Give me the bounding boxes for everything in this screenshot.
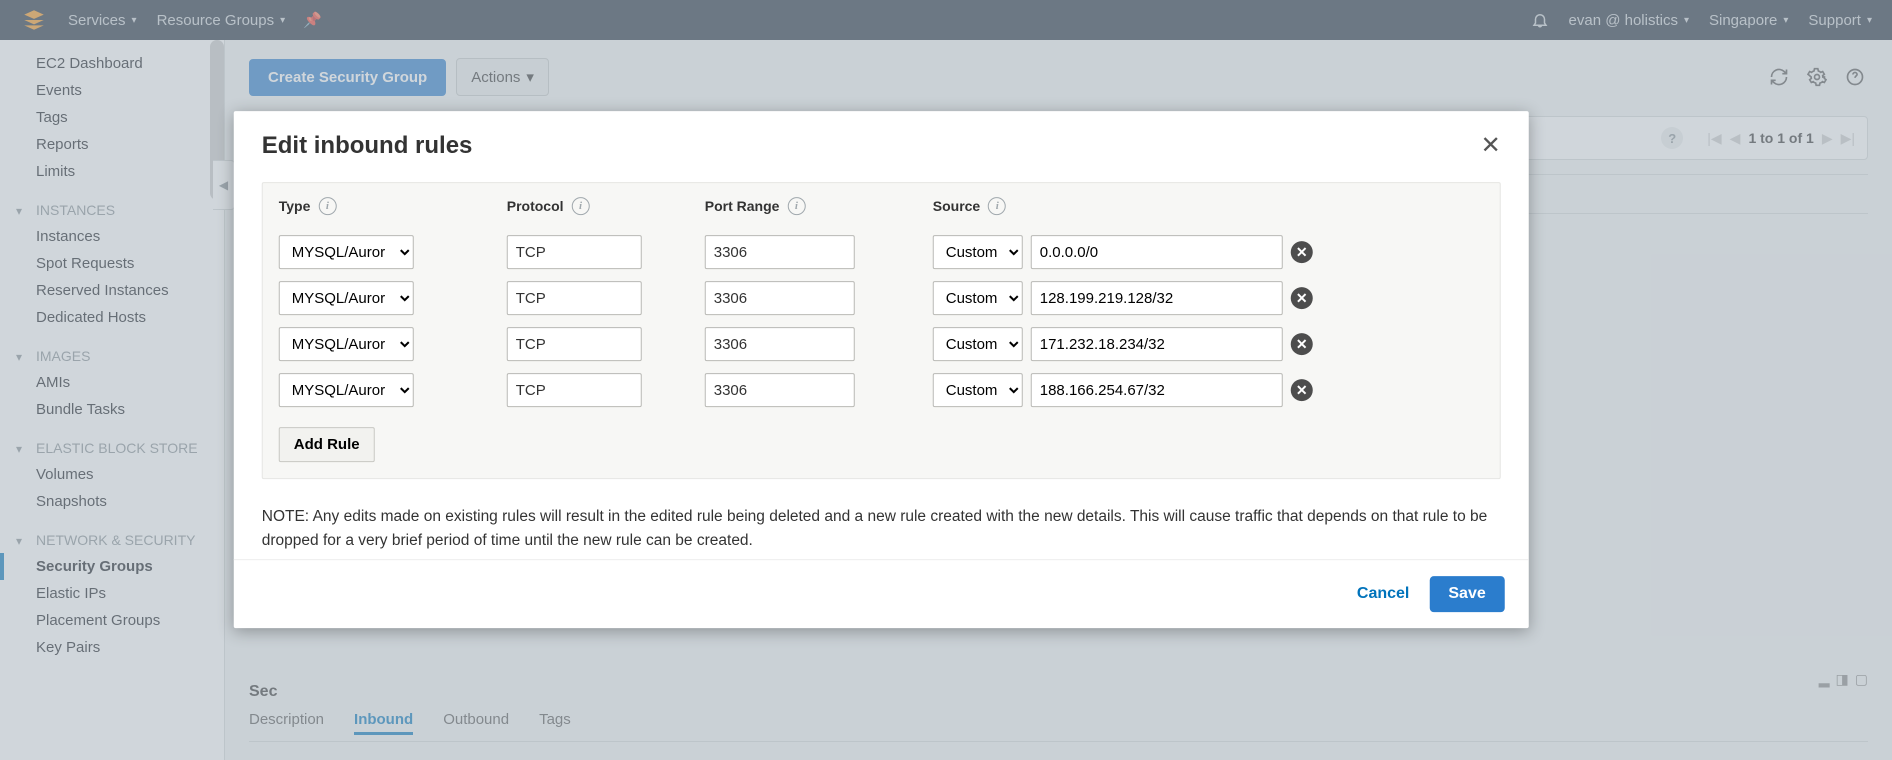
rule-protocol-field <box>507 235 642 269</box>
rules-col-source: Sourcei <box>933 197 1283 215</box>
save-button[interactable]: Save <box>1429 576 1504 612</box>
info-icon[interactable]: i <box>572 197 590 215</box>
rule-protocol-field <box>507 327 642 361</box>
rule-cidr-input[interactable] <box>1031 235 1283 269</box>
modal-title: Edit inbound rules <box>262 132 473 160</box>
rule-port-field <box>705 281 855 315</box>
rule-row: MYSQL/Auror Custom ✕ <box>263 275 1500 321</box>
rule-type-select[interactable]: MYSQL/Auror <box>279 327 414 361</box>
rule-cidr-input[interactable] <box>1031 327 1283 361</box>
delete-rule-icon[interactable]: ✕ <box>1291 241 1313 263</box>
rule-source-select[interactable]: Custom <box>933 327 1023 361</box>
rule-row: MYSQL/Auror Custom ✕ <box>263 229 1500 275</box>
rule-type-select[interactable]: MYSQL/Auror <box>279 281 414 315</box>
modal-close-icon[interactable]: ✕ <box>1481 131 1501 160</box>
rule-protocol-field <box>507 281 642 315</box>
rule-source-select[interactable]: Custom <box>933 235 1023 269</box>
delete-rule-icon[interactable]: ✕ <box>1291 287 1313 309</box>
modal-overlay: Edit inbound rules ✕ Typei Protocoli Por… <box>0 0 1892 760</box>
delete-rule-icon[interactable]: ✕ <box>1291 379 1313 401</box>
rule-cidr-input[interactable] <box>1031 281 1283 315</box>
rule-port-field <box>705 327 855 361</box>
rule-port-field <box>705 235 855 269</box>
rules-col-port: Port Rangei <box>705 197 925 215</box>
rule-cidr-input[interactable] <box>1031 373 1283 407</box>
rule-port-field <box>705 373 855 407</box>
rules-col-type: Typei <box>279 197 499 215</box>
cancel-button[interactable]: Cancel <box>1357 585 1409 603</box>
info-icon[interactable]: i <box>787 197 805 215</box>
modal-note: NOTE: Any edits made on existing rules w… <box>234 495 1529 559</box>
delete-rule-icon[interactable]: ✕ <box>1291 333 1313 355</box>
rule-type-select[interactable]: MYSQL/Auror <box>279 373 414 407</box>
rule-protocol-field <box>507 373 642 407</box>
edit-inbound-rules-modal: Edit inbound rules ✕ Typei Protocoli Por… <box>234 111 1529 628</box>
info-icon[interactable]: i <box>318 197 336 215</box>
info-icon[interactable]: i <box>988 197 1006 215</box>
rules-table: Typei Protocoli Port Rangei Sourcei MYSQ… <box>262 182 1501 479</box>
rule-source-select[interactable]: Custom <box>933 373 1023 407</box>
rule-type-select[interactable]: MYSQL/Auror <box>279 235 414 269</box>
rule-source-select[interactable]: Custom <box>933 281 1023 315</box>
rule-row: MYSQL/Auror Custom ✕ <box>263 321 1500 367</box>
rule-row: MYSQL/Auror Custom ✕ <box>263 367 1500 413</box>
add-rule-button[interactable]: Add Rule <box>279 427 375 462</box>
rules-col-protocol: Protocoli <box>507 197 697 215</box>
